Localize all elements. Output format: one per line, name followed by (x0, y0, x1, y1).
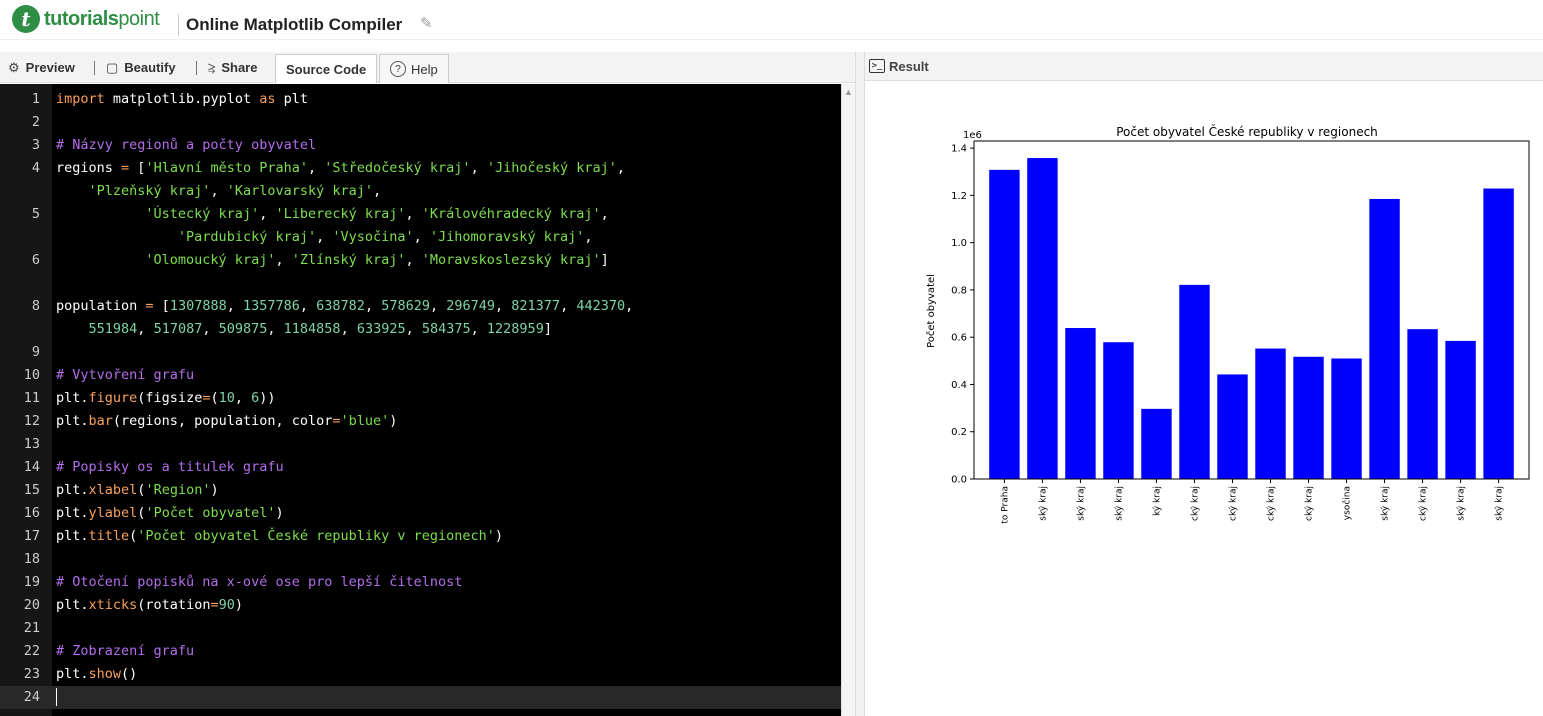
x-tick-label: ský kraj (1457, 486, 1467, 521)
page-title: Online Matplotlib Compiler (186, 15, 403, 34)
code-line[interactable]: 12 plt.bar(regions, population, color='bl… (0, 410, 841, 433)
beautify-button[interactable]: ▢ Beautify (106, 52, 176, 83)
y-tick-label: 0.6 (951, 333, 967, 344)
bar (989, 169, 1020, 479)
code-line[interactable]: 13 (0, 433, 841, 456)
code-line[interactable]: 'Pardubický kraj', 'Vysočina', 'Jihomora… (0, 226, 841, 249)
code-line[interactable]: 'Plzeňský kraj', 'Karlovarský kraj', (0, 180, 841, 203)
x-tick-label: ský kraj (1381, 486, 1391, 521)
code-line[interactable]: 3 # Názvy regionů a počty obyvatel (0, 134, 841, 157)
bar (1179, 284, 1210, 479)
code-line[interactable]: 9 (0, 341, 841, 364)
scroll-up-icon[interactable]: ▲ (844, 87, 853, 97)
help-icon: ? (390, 61, 406, 77)
code-line[interactable]: 8 population = [1307888, 1357786, 638782,… (0, 295, 841, 318)
y-tick-label: 0.0 (951, 475, 967, 486)
toolbar-divider (94, 61, 95, 75)
x-tick-label: cký kraj (1267, 486, 1277, 521)
beautify-label: Beautify (124, 60, 176, 75)
bar (1141, 408, 1172, 479)
y-tick-label: 0.8 (951, 285, 967, 296)
code-line[interactable]: 18 (0, 548, 841, 571)
x-tick-label: ský kraj (1038, 486, 1048, 521)
code-editor[interactable]: 1 import matplotlib.pyplot as plt 2 3 # Ná… (0, 84, 841, 716)
x-tick-label: ysočina (1342, 486, 1353, 520)
terminal-icon: >_ (869, 59, 885, 73)
logo-mark-icon: t (12, 5, 40, 33)
chart-title: Počet obyvatel České republiky v regione… (1116, 124, 1378, 139)
y-tick-label: 0.2 (951, 427, 967, 438)
code-line[interactable]: 23 plt.show() (0, 663, 841, 686)
bar (1103, 342, 1134, 479)
share-button[interactable]: ⥸ Share (208, 52, 257, 83)
axis-offset-label: 1e6 (963, 130, 982, 141)
y-tick-label: 0.4 (951, 380, 967, 391)
bar (1407, 329, 1438, 479)
bar (1369, 198, 1400, 479)
preview-icon: ⚙ (8, 59, 20, 75)
code-line-active[interactable]: 24 (0, 686, 841, 709)
x-tick-label: ský kraj (1076, 486, 1086, 521)
y-axis-label: Počet obyvatel (925, 274, 937, 348)
preview-button[interactable]: ⚙ Preview (8, 52, 75, 83)
code-line[interactable]: 5 'Ústecký kraj', 'Liberecký kraj', 'Krá… (0, 203, 841, 226)
code-line[interactable]: 14 # Popisky os a titulek grafu (0, 456, 841, 479)
monitor-icon: ▢ (106, 59, 119, 75)
panel-divider[interactable] (855, 52, 865, 716)
code-line[interactable]: 551984, 517087, 509875, 1184858, 633925,… (0, 318, 841, 341)
editor-toolbar: ⚙ Preview ▢ Beautify ⥸ Share Source Code ? H… (0, 52, 855, 83)
code-line[interactable]: 4 regions = ['Hlavní město Praha', 'Střed… (0, 157, 841, 180)
text-cursor (56, 688, 57, 706)
code-line[interactable] (0, 272, 841, 295)
result-toolbar: >_ Result (865, 52, 1543, 81)
x-tick-label: cký kraj (1419, 486, 1429, 521)
x-tick-label: ský kraj (1495, 486, 1505, 521)
bar (1065, 328, 1096, 479)
tab-source-code[interactable]: Source Code (275, 54, 378, 83)
y-tick-label: 1.2 (951, 191, 967, 202)
tutorialspoint-logo[interactable]: t tutorialspoint (12, 5, 160, 33)
code-line[interactable]: 17 plt.title('Počet obyvatel České republ… (0, 525, 841, 548)
bar (1293, 356, 1324, 479)
x-tick-label: to Praha (1000, 486, 1010, 524)
logo-text: tutorialspoint (44, 7, 160, 30)
x-tick-label: cký kraj (1228, 486, 1238, 521)
code-line[interactable]: 11 plt.figure(figsize=(10, 6)) (0, 387, 841, 410)
code-line[interactable]: 21 (0, 617, 841, 640)
x-tick-label: ký kraj (1152, 486, 1162, 516)
help-label: Help (411, 61, 438, 77)
code-line[interactable]: 6 'Olomoucký kraj', 'Zlínský kraj', 'Mor… (0, 249, 841, 272)
code-line[interactable]: 19 # Otočení popisků na x-ové ose pro lep… (0, 571, 841, 594)
result-label: Result (889, 58, 929, 74)
bar (1255, 348, 1286, 479)
bar (1217, 374, 1248, 479)
bar (1027, 158, 1058, 479)
toolbar-divider (196, 61, 197, 75)
bar (1445, 340, 1476, 479)
code-line[interactable]: 22 # Zobrazení grafu (0, 640, 841, 663)
header-divider (178, 14, 179, 36)
pencil-icon[interactable]: ✎ (420, 14, 438, 32)
x-tick-label: ský kraj (1114, 486, 1124, 521)
code-line[interactable]: 16 plt.ylabel('Počet obyvatel') (0, 502, 841, 525)
bar (1483, 188, 1514, 479)
share-label: Share (221, 60, 258, 75)
result-panel: Počet obyvatel České republiky v regione… (865, 81, 1543, 716)
y-tick-label: 1.4 (951, 144, 967, 155)
code-line[interactable]: 2 (0, 111, 841, 134)
top-bar: t tutorialspoint Online Matplotlib Compi… (0, 0, 1543, 40)
preview-label: Preview (25, 60, 75, 75)
code-line[interactable]: 20 plt.xticks(rotation=90) (0, 594, 841, 617)
x-tick-label: cký kraj (1190, 486, 1200, 521)
share-icon: ⥸ (208, 59, 216, 75)
code-line[interactable]: 15 plt.xlabel('Region') (0, 479, 841, 502)
bar-chart: Počet obyvatel České republiky v regione… (925, 124, 1530, 524)
bar (1331, 358, 1362, 479)
y-tick-label: 1.0 (951, 238, 967, 249)
editor-scrollbar[interactable]: ▲ (841, 84, 855, 716)
tab-help[interactable]: ? Help (379, 54, 449, 83)
x-tick-label: cký kraj (1305, 486, 1315, 521)
code-line[interactable]: 1 import matplotlib.pyplot as plt (0, 88, 841, 111)
code-line[interactable]: 10 # Vytvoření grafu (0, 364, 841, 387)
